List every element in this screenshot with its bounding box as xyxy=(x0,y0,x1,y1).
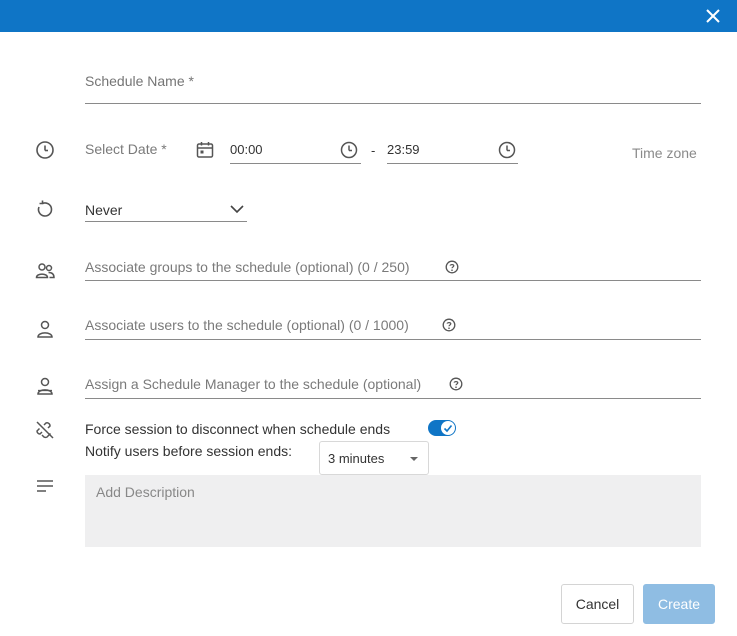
close-button[interactable] xyxy=(703,6,723,26)
users-field[interactable]: Associate users to the schedule (optiona… xyxy=(85,315,701,337)
create-button[interactable]: Create xyxy=(643,584,715,624)
unlink-icon xyxy=(36,421,54,439)
description-icon xyxy=(37,480,53,492)
cancel-button[interactable]: Cancel xyxy=(561,584,634,624)
manager-icon xyxy=(37,377,53,395)
chevron-down-icon[interactable] xyxy=(229,202,245,216)
recurrence-select[interactable]: Never xyxy=(85,198,247,222)
clock-icon[interactable] xyxy=(339,140,359,160)
clock-icon xyxy=(36,141,54,159)
repeat-icon xyxy=(37,200,53,217)
end-time-value: 23:59 xyxy=(387,142,420,157)
notify-time-select[interactable]: 3 minutes xyxy=(319,441,429,475)
start-time-field[interactable]: 00:00 xyxy=(230,138,361,164)
schedule-name-input[interactable] xyxy=(85,70,701,92)
clock-icon[interactable] xyxy=(497,140,517,160)
users-group-icon xyxy=(35,263,55,279)
users-underline xyxy=(85,339,701,340)
groups-field[interactable]: Associate groups to the schedule (option… xyxy=(85,257,701,279)
groups-underline xyxy=(85,280,701,281)
date-placeholder: Select Date * xyxy=(85,141,167,157)
schedule-name-underline xyxy=(85,103,701,104)
description-textarea[interactable] xyxy=(85,475,701,547)
manager-placeholder: Assign a Schedule Manager to the schedul… xyxy=(85,376,422,392)
notify-label: Notify users before session ends: xyxy=(85,443,292,459)
time-range-separator: - xyxy=(371,143,376,158)
recurrence-value: Never xyxy=(85,202,123,218)
manager-underline xyxy=(85,398,701,399)
close-icon[interactable] xyxy=(703,6,723,26)
user-icon xyxy=(37,320,53,338)
manager-field[interactable]: Assign a Schedule Manager to the schedul… xyxy=(85,374,701,396)
toggle-knob xyxy=(441,421,455,435)
end-time-underline xyxy=(387,163,518,164)
help-icon[interactable] xyxy=(442,318,456,332)
users-placeholder: Associate users to the schedule (optiona… xyxy=(85,317,409,333)
check-icon xyxy=(443,424,453,433)
groups-placeholder: Associate groups to the schedule (option… xyxy=(85,259,410,275)
date-picker[interactable]: Select Date * xyxy=(85,138,216,164)
start-time-value: 00:00 xyxy=(230,142,263,157)
force-disconnect-toggle[interactable] xyxy=(428,420,456,436)
caret-down-icon xyxy=(410,457,418,461)
help-icon[interactable] xyxy=(445,260,459,274)
timezone-link[interactable]: Time zone xyxy=(632,145,697,161)
dialog-title-bar xyxy=(0,0,737,32)
end-time-field[interactable]: 23:59 xyxy=(387,138,518,164)
help-icon[interactable] xyxy=(449,377,463,391)
recurrence-underline xyxy=(85,221,247,222)
calendar-icon[interactable] xyxy=(195,140,215,160)
notify-time-value: 3 minutes xyxy=(328,451,385,466)
start-time-underline xyxy=(230,163,361,164)
date-underline xyxy=(85,163,216,164)
force-disconnect-label: Force session to disconnect when schedul… xyxy=(85,421,391,437)
